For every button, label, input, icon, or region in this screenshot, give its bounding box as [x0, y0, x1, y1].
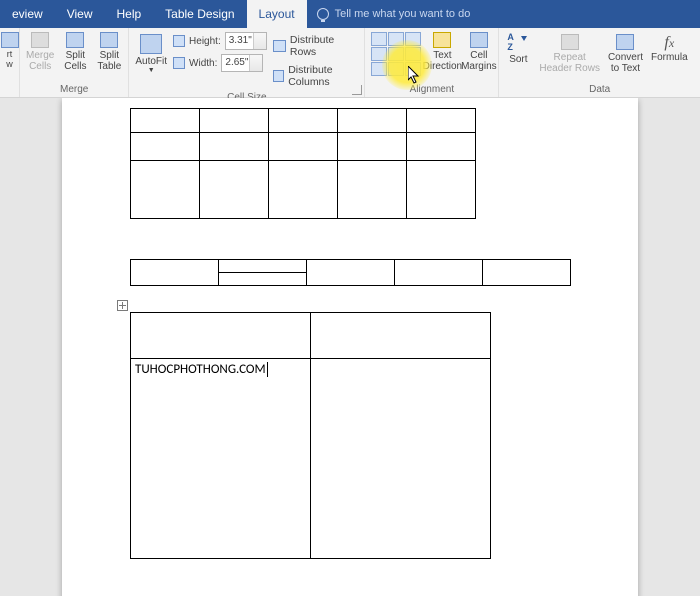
sort-icon [507, 34, 529, 52]
height-input[interactable]: 3.31" [225, 32, 267, 50]
align-middle-left[interactable] [371, 47, 387, 61]
cell-margins-button[interactable]: Cell Margins [461, 30, 496, 82]
text-direction-icon [433, 32, 451, 48]
group-alignment: Text Direction Cell Margins Alignment [365, 28, 499, 97]
cell-size-launcher[interactable] [352, 85, 362, 95]
text-direction-button[interactable]: Text Direction [423, 30, 461, 82]
sort-label: Sort [509, 54, 527, 65]
lightbulb-icon [317, 8, 329, 20]
autofit-button[interactable]: AutoFit ▼ [135, 32, 167, 88]
insert-icon [1, 32, 19, 48]
distribute-columns-icon [273, 70, 284, 82]
group-alignment-label: Alignment [367, 82, 496, 97]
split-cells-label: Split Cells [64, 50, 86, 72]
cell-margins-label: Cell Margins [461, 50, 497, 72]
formula-icon: fx [664, 34, 674, 52]
page[interactable]: TUHOCPHOTHONG.COM [62, 98, 638, 596]
repeat-header-label: Repeat Header Rows [539, 52, 600, 74]
distribute-columns-button[interactable]: Distribute Columns [273, 64, 359, 88]
width-label: Width: [189, 58, 217, 69]
height-label: Height: [189, 36, 221, 47]
cell-text[interactable]: TUHOCPHOTHONG.COM [135, 362, 268, 377]
convert-to-text-button[interactable]: Convert to Text [604, 32, 647, 76]
group-data: Sort Repeat Header Rows Convert to Text … [499, 28, 700, 97]
align-bottom-left[interactable] [371, 62, 387, 76]
tab-table-design[interactable]: Table Design [153, 0, 246, 28]
split-table-label: Split Table [97, 50, 121, 72]
split-table-button[interactable]: Split Table [92, 30, 126, 74]
tab-help[interactable]: Help [104, 0, 153, 28]
distribute-columns-label: Distribute Columns [288, 64, 358, 88]
tab-layout[interactable]: Layout [247, 0, 307, 28]
group-merge: Merge Cells Split Cells Split Table Merg… [20, 28, 129, 97]
convert-text-label: Convert to Text [608, 52, 643, 74]
convert-text-icon [616, 34, 634, 50]
ribbon: rt w Merge Cells Split Cells Split Table… [0, 28, 700, 98]
split-table-icon [100, 32, 118, 48]
align-middle-right[interactable] [405, 47, 421, 61]
formula-label: Formula [651, 52, 688, 63]
align-bottom-center[interactable] [388, 62, 404, 76]
table-row[interactable] [131, 313, 491, 359]
split-cells-button[interactable]: Split Cells [58, 30, 92, 74]
ribbon-tab-strip: eview View Help Table Design Layout Tell… [0, 0, 700, 28]
align-middle-center[interactable] [388, 47, 404, 61]
insert-label: rt w [6, 50, 13, 70]
table-1[interactable] [130, 108, 476, 219]
height-icon [173, 35, 185, 47]
tell-me-search[interactable]: Tell me what you want to do [307, 0, 471, 28]
split-cells-icon [66, 32, 84, 48]
group-merge-label: Merge [22, 82, 126, 97]
sort-button[interactable]: Sort [501, 32, 535, 76]
alignment-grid [367, 30, 423, 82]
table-move-handle[interactable] [117, 300, 128, 311]
tab-review[interactable]: eview [0, 0, 55, 28]
formula-button[interactable]: fx Formula [647, 32, 692, 76]
distribute-rows-label: Distribute Rows [290, 34, 358, 58]
merge-cells-button[interactable]: Merge Cells [22, 30, 58, 74]
align-top-right[interactable] [405, 32, 421, 46]
tell-me-placeholder: Tell me what you want to do [335, 8, 471, 20]
table-row[interactable] [131, 161, 476, 219]
group-insert-partial: rt w [0, 28, 20, 97]
width-input[interactable]: 2.65" [221, 54, 263, 72]
merge-cells-icon [31, 32, 49, 48]
table-row[interactable] [131, 133, 476, 161]
distribute-rows-icon [273, 40, 286, 52]
autofit-icon [140, 34, 162, 54]
repeat-header-rows-button[interactable]: Repeat Header Rows [535, 32, 604, 76]
align-top-center[interactable] [388, 32, 404, 46]
tab-view[interactable]: View [55, 0, 105, 28]
table-row[interactable] [131, 260, 571, 273]
insert-row-button[interactable]: rt w [2, 30, 17, 72]
text-direction-label: Text Direction [423, 50, 462, 72]
document-canvas: TUHOCPHOTHONG.COM [0, 98, 700, 596]
align-top-left[interactable] [371, 32, 387, 46]
table-row[interactable]: TUHOCPHOTHONG.COM [131, 359, 491, 559]
width-icon [173, 57, 185, 69]
repeat-header-icon [561, 34, 579, 50]
table-2[interactable] [130, 259, 571, 286]
autofit-label: AutoFit [135, 56, 167, 67]
align-bottom-right[interactable] [405, 62, 421, 76]
table-row[interactable] [131, 109, 476, 133]
group-cell-size: AutoFit ▼ Height: 3.31" Width: 2.65" [129, 28, 365, 97]
merge-cells-label: Merge Cells [26, 50, 54, 72]
group-data-label: Data [501, 82, 698, 97]
table-3[interactable]: TUHOCPHOTHONG.COM [130, 312, 491, 559]
cell-margins-icon [470, 32, 488, 48]
distribute-rows-button[interactable]: Distribute Rows [273, 34, 359, 58]
